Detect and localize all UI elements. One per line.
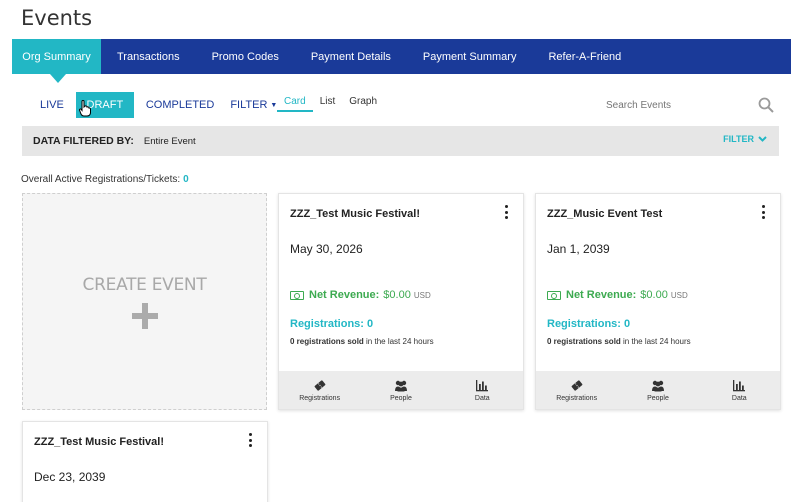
- search-icon[interactable]: [758, 97, 774, 113]
- footer-registrations-button[interactable]: Registrations: [290, 379, 350, 402]
- footer-people-label: People: [390, 394, 412, 402]
- data-filter-bar: DATA FILTERED BY: Entire Event FILTER: [22, 126, 779, 156]
- page-title: Events: [21, 6, 93, 30]
- search-input[interactable]: [600, 99, 750, 111]
- revenue-currency: USD: [413, 290, 431, 300]
- ticket-icon: [571, 379, 583, 391]
- event-title: ZZZ_Music Event Test: [547, 208, 663, 220]
- tab-payment-summary[interactable]: Payment Summary: [407, 39, 533, 74]
- revenue-value: $0.00: [383, 289, 411, 301]
- view-graph-button[interactable]: Graph: [342, 96, 384, 112]
- chevron-down-icon: [758, 136, 767, 142]
- filter-toggle-button[interactable]: FILTER: [723, 134, 767, 144]
- view-list-button[interactable]: List: [313, 96, 343, 112]
- event-card[interactable]: ZZZ_Test Music Festival! May 30, 2026 Ne…: [278, 193, 524, 410]
- footer-people-button[interactable]: People: [628, 379, 688, 402]
- more-options-icon[interactable]: [762, 205, 766, 219]
- footer-people-label: People: [647, 394, 669, 402]
- revenue-label: Net Revenue:: [309, 289, 380, 301]
- registrations-sold-note: 0 registrations sold in the last 24 hour…: [290, 337, 434, 346]
- overall-count: 0: [183, 174, 189, 185]
- net-revenue: Net Revenue: $0.00 USD: [290, 289, 431, 301]
- tab-transactions[interactable]: Transactions: [101, 39, 196, 74]
- revenue-currency: USD: [670, 290, 688, 300]
- bar-chart-icon: [476, 379, 489, 391]
- create-event-card[interactable]: CREATE EVENT: [22, 193, 267, 410]
- event-date: May 30, 2026: [290, 242, 363, 256]
- money-icon: [547, 290, 561, 300]
- footer-data-button[interactable]: Data: [709, 379, 769, 402]
- ticket-icon: [314, 379, 326, 391]
- revenue-value: $0.00: [640, 289, 668, 301]
- people-icon: [394, 380, 407, 391]
- footer-data-label: Data: [731, 394, 747, 402]
- status-live-button[interactable]: LIVE: [32, 92, 72, 118]
- footer-data-label: Data: [474, 394, 490, 402]
- sold-suffix: in the last 24 hours: [366, 337, 434, 346]
- event-date: Jan 1, 2039: [547, 242, 610, 256]
- plus-icon: [131, 302, 158, 329]
- people-icon: [651, 380, 664, 391]
- sold-count: 0 registrations sold: [547, 337, 621, 346]
- event-date: Dec 23, 2039: [34, 470, 106, 484]
- card-footer: Registrations People Data: [279, 371, 523, 409]
- footer-data-button[interactable]: Data: [452, 379, 512, 402]
- money-icon: [290, 290, 304, 300]
- status-filter-dropdown[interactable]: FILTER ▼: [222, 92, 285, 118]
- event-title: ZZZ_Test Music Festival!: [290, 208, 420, 220]
- event-card[interactable]: ZZZ_Test Music Festival! Dec 23, 2039: [22, 421, 268, 502]
- tab-org-summary[interactable]: Org Summary: [12, 39, 101, 83]
- footer-people-button[interactable]: People: [371, 379, 431, 402]
- status-filter-label: FILTER: [230, 99, 268, 111]
- hand-cursor-icon: [79, 100, 91, 117]
- footer-registrations-label: Registrations: [556, 394, 598, 402]
- tab-promo-codes[interactable]: Promo Codes: [196, 39, 295, 74]
- overall-label: Overall Active Registrations/Tickets:: [21, 174, 181, 185]
- status-completed-button[interactable]: COMPLETED: [138, 92, 222, 118]
- event-title: ZZZ_Test Music Festival!: [34, 436, 164, 448]
- card-footer: Registrations People Data: [536, 371, 780, 409]
- revenue-label: Net Revenue:: [566, 289, 637, 301]
- sold-count: 0 registrations sold: [290, 337, 364, 346]
- sold-suffix: in the last 24 hours: [623, 337, 691, 346]
- bar-chart-icon: [733, 379, 746, 391]
- view-card-button[interactable]: Card: [277, 96, 313, 112]
- registrations-count: Registrations: 0: [547, 318, 631, 330]
- status-filter-bar: LIVE DRAFT COMPLETED FILTER ▼: [32, 92, 285, 118]
- create-event-label: CREATE EVENT: [82, 274, 207, 295]
- footer-registrations-button[interactable]: Registrations: [547, 379, 607, 402]
- registrations-count: Registrations: 0: [290, 318, 374, 330]
- footer-registrations-label: Registrations: [299, 394, 341, 402]
- net-revenue: Net Revenue: $0.00 USD: [547, 289, 688, 301]
- top-tab-bar: Org Summary Transactions Promo Codes Pay…: [12, 39, 791, 83]
- event-card[interactable]: ZZZ_Music Event Test Jan 1, 2039 Net Rev…: [535, 193, 781, 410]
- view-toggle: Card List Graph: [277, 96, 384, 112]
- tab-refer-a-friend[interactable]: Refer-A-Friend: [532, 39, 637, 74]
- filter-value: Entire Event: [143, 135, 196, 147]
- tab-payment-details[interactable]: Payment Details: [295, 39, 407, 74]
- filter-label: DATA FILTERED BY:: [33, 135, 134, 147]
- filter-toggle-label: FILTER: [723, 134, 754, 144]
- more-options-icon[interactable]: [505, 205, 509, 219]
- search-box: [600, 92, 780, 118]
- overall-registrations: Overall Active Registrations/Tickets: 0: [21, 174, 189, 185]
- more-options-icon[interactable]: [249, 433, 253, 447]
- registrations-sold-note: 0 registrations sold in the last 24 hour…: [547, 337, 691, 346]
